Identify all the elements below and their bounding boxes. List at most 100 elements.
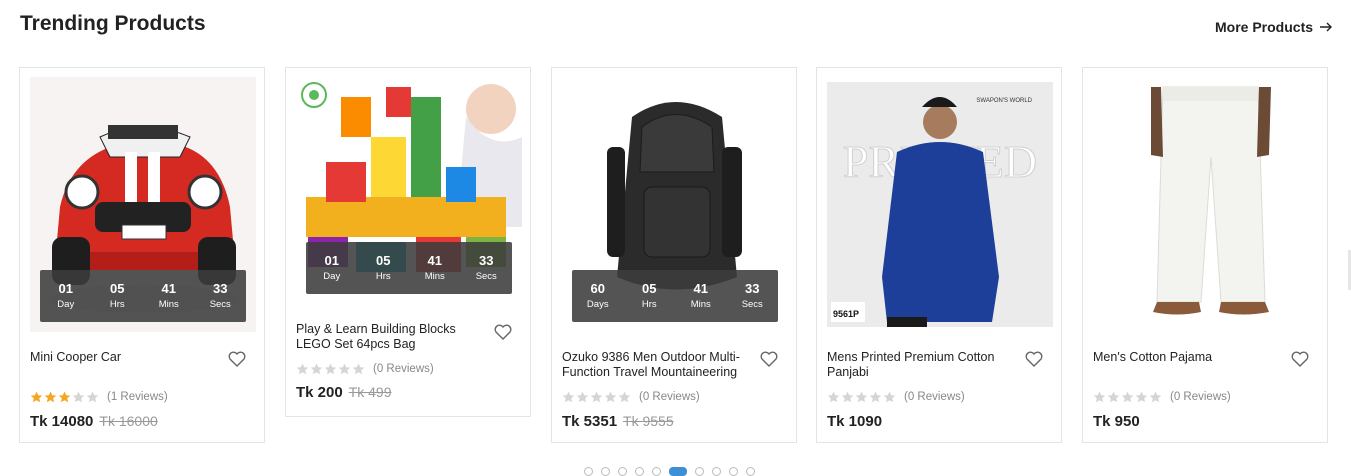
product-rating: (1 Reviews): [30, 391, 168, 403]
product-card[interactable]: 60 Days 05 Hrs 41 Mins 33 Secs Ozuko 9386 Me…: [551, 67, 797, 443]
product-card[interactable]: PRINTED SWAPON'S WORLD 9561P Mens Printe…: [816, 67, 1062, 443]
carousel-dot[interactable]: [584, 467, 593, 476]
countdown-timer: 01 Day 05 Hrs 41 Mins 33 Secs: [306, 242, 512, 294]
carousel-dot[interactable]: [635, 467, 644, 476]
star-icon: [869, 391, 882, 403]
review-count: (0 Reviews): [904, 391, 965, 403]
star-rating: [827, 391, 896, 403]
arrow-right-icon: [1320, 22, 1333, 32]
timer-minutes: 41: [161, 281, 176, 296]
star-icon: [855, 391, 868, 403]
countdown-timer: 01 Day 05 Hrs 41 Mins 33 Secs: [40, 270, 246, 322]
heart-icon[interactable]: [1291, 351, 1309, 367]
product-price: Tk 5351 Tk 9555: [562, 413, 674, 430]
timer-days: 01: [324, 253, 339, 268]
star-icon: [827, 391, 840, 403]
current-price: Tk 14080: [30, 413, 94, 430]
timer-hours-label: Hrs: [109, 299, 125, 310]
timer-hours: 05: [110, 281, 125, 296]
timer-hours-label: Hrs: [641, 299, 657, 310]
product-image[interactable]: [1093, 77, 1319, 332]
star-icon: [841, 391, 854, 403]
product-rating: (0 Reviews): [827, 391, 965, 403]
timer-seconds: 33: [213, 281, 228, 296]
heart-icon[interactable]: [1025, 351, 1043, 367]
old-price: Tk 9555: [623, 413, 674, 429]
carousel-pagination: [584, 467, 755, 476]
review-count: (0 Reviews): [373, 363, 434, 375]
review-count: (0 Reviews): [639, 391, 700, 403]
star-icon: [604, 391, 617, 403]
heart-icon[interactable]: [494, 324, 512, 340]
carousel-dot[interactable]: [601, 467, 610, 476]
current-price: Tk 5351: [562, 413, 618, 430]
current-price: Tk 1090: [827, 413, 883, 430]
star-icon: [86, 391, 99, 403]
old-price: Tk 16000: [99, 413, 158, 429]
star-icon: [1121, 391, 1134, 403]
star-icon: [58, 391, 71, 403]
product-card[interactable]: 01 Day 05 Hrs 41 Mins 33 Secs Play & Learn B…: [285, 67, 531, 417]
star-icon: [1149, 391, 1162, 403]
star-icon: [1135, 391, 1148, 403]
carousel-dot[interactable]: [712, 467, 721, 476]
timer-minutes-label: Mins: [158, 299, 179, 310]
timer-seconds-label: Secs: [741, 299, 763, 310]
star-icon: [338, 363, 351, 375]
timer-seconds: 33: [479, 253, 494, 268]
countdown-timer: 60 Days 05 Hrs 41 Mins 33 Secs: [572, 270, 778, 322]
review-count: (0 Reviews): [1170, 391, 1231, 403]
product-name[interactable]: Play & Learn Building Blocks LEGO Set 64…: [296, 322, 481, 352]
current-price: Tk 950: [1093, 413, 1140, 430]
product-rating: (0 Reviews): [296, 363, 434, 375]
timer-seconds-label: Secs: [475, 271, 497, 282]
star-icon: [44, 391, 57, 403]
review-count: (1 Reviews): [107, 391, 168, 403]
star-icon: [352, 363, 365, 375]
timer-minutes-label: Mins: [424, 271, 445, 282]
timer-minutes-label: Mins: [690, 299, 711, 310]
heart-icon[interactable]: [228, 351, 246, 367]
timer-hours: 05: [642, 281, 657, 296]
panjabi-brand-text: SWAPON'S WORLD: [976, 98, 1032, 104]
old-price: Tk 499: [348, 384, 392, 400]
carousel-dot[interactable]: [729, 467, 738, 476]
product-name[interactable]: Mini Cooper Car: [30, 350, 215, 365]
product-name[interactable]: Men's Cotton Pajama: [1093, 350, 1278, 365]
heart-icon[interactable]: [760, 351, 778, 367]
product-name[interactable]: Mens Printed Premium Cotton Panjabi: [827, 350, 1012, 380]
more-products-link[interactable]: More Products: [1215, 19, 1333, 35]
carousel-dot[interactable]: [746, 467, 755, 476]
current-price: Tk 200: [296, 384, 343, 401]
carousel-dot[interactable]: [669, 467, 687, 476]
product-price: Tk 950: [1093, 413, 1140, 430]
timer-days-label: Day: [57, 299, 75, 310]
product-name[interactable]: Ozuko 9386 Men Outdoor Multi-Function Tr…: [562, 350, 747, 380]
star-icon: [562, 391, 575, 403]
carousel-dot[interactable]: [652, 467, 661, 476]
timer-minutes: 41: [693, 281, 708, 296]
timer-days: 60: [590, 281, 605, 296]
product-image[interactable]: PRINTED SWAPON'S WORLD 9561P: [827, 77, 1053, 332]
product-card[interactable]: 01 Day 05 Hrs 41 Mins 33 Secs Mini Cooper Ca…: [19, 67, 265, 443]
more-products-label: More Products: [1215, 19, 1314, 35]
product-rating: (0 Reviews): [1093, 391, 1231, 403]
star-icon: [883, 391, 896, 403]
star-icon: [590, 391, 603, 403]
carousel-dot[interactable]: [695, 467, 704, 476]
star-icon: [296, 363, 309, 375]
carousel-dot[interactable]: [618, 467, 627, 476]
star-icon: [310, 363, 323, 375]
star-icon: [1107, 391, 1120, 403]
product-price: Tk 14080 Tk 16000: [30, 413, 158, 430]
product-rating: (0 Reviews): [562, 391, 700, 403]
star-icon: [1093, 391, 1106, 403]
product-price: Tk 1090: [827, 413, 882, 430]
star-rating: [296, 363, 365, 375]
star-icon: [576, 391, 589, 403]
product-card[interactable]: Men's Cotton Pajama (0 Reviews) Tk 950: [1082, 67, 1328, 443]
timer-minutes: 41: [427, 253, 442, 268]
star-rating: [1093, 391, 1162, 403]
timer-days: 01: [58, 281, 73, 296]
star-icon: [324, 363, 337, 375]
